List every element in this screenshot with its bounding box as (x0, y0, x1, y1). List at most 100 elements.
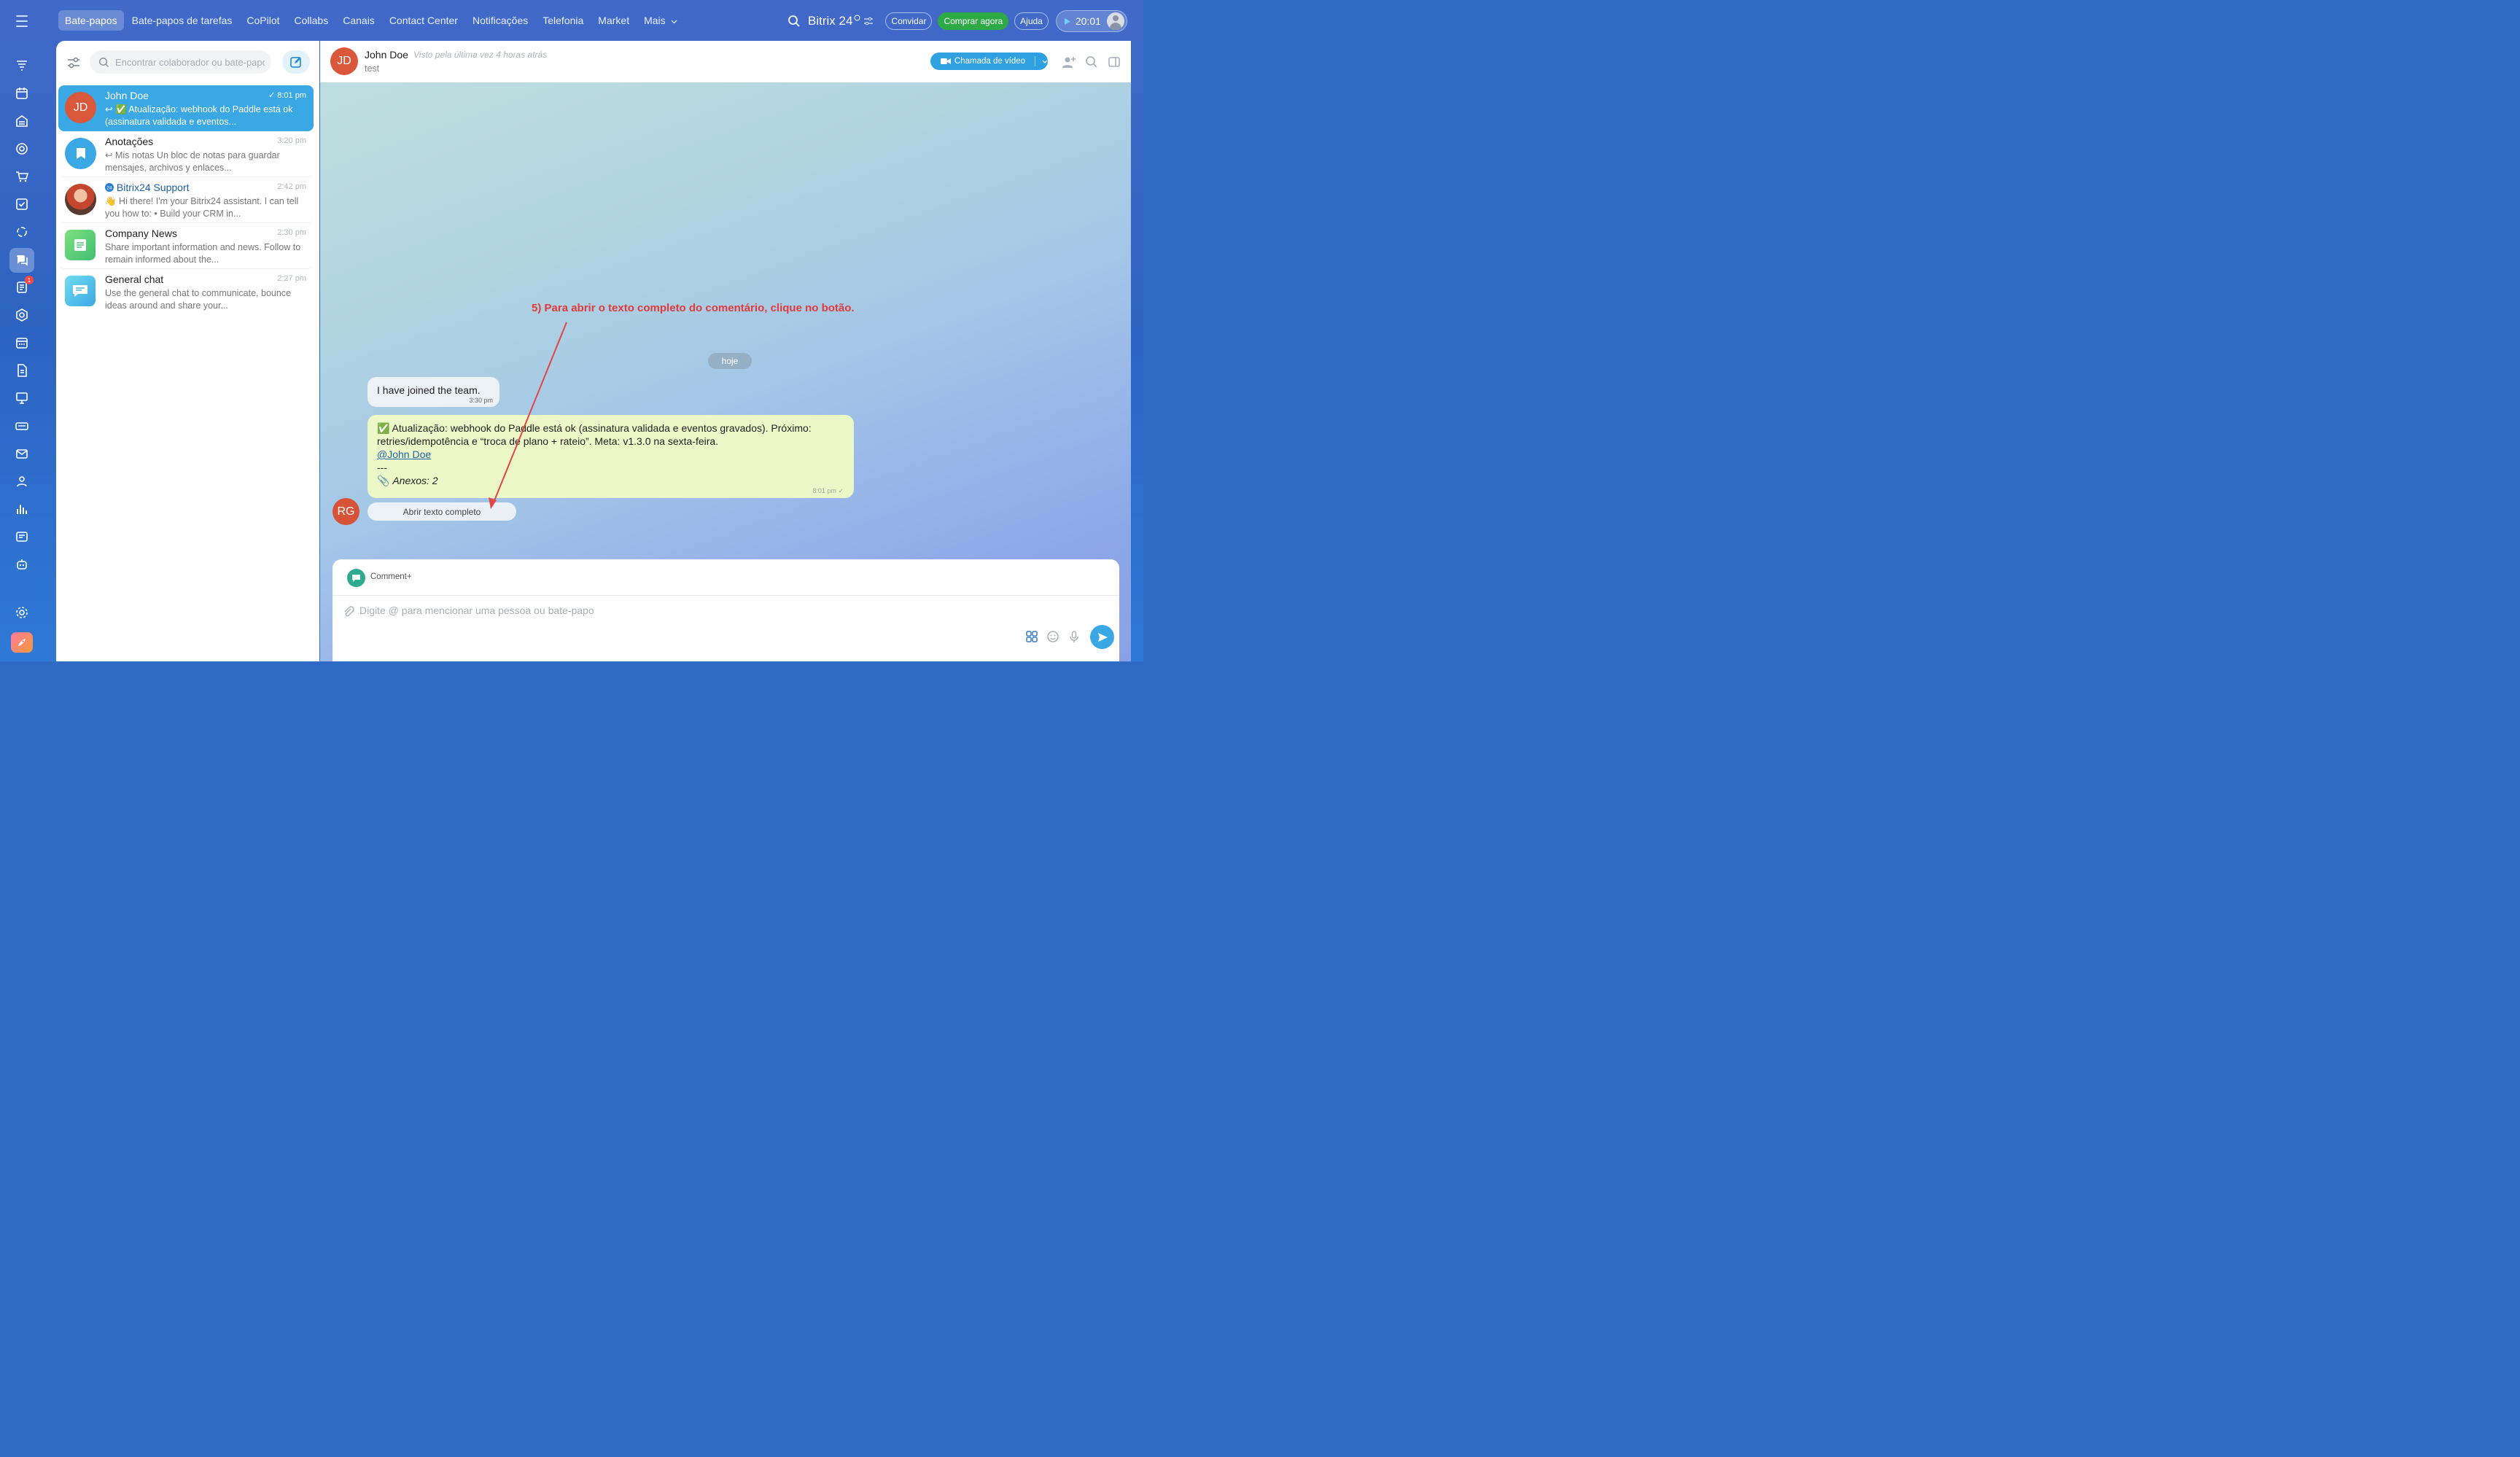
tasks-icon[interactable] (13, 195, 31, 213)
document-icon[interactable] (13, 362, 31, 379)
feed-badge: 1 (25, 276, 34, 284)
chat-time: 2:42 pm (277, 182, 306, 191)
avatar: JD (65, 92, 96, 123)
search-input[interactable] (115, 56, 265, 68)
chat-item-support[interactable]: 24 Bitrix24 Support 2:42 pm 👋 Hi there! … (58, 177, 314, 223)
nav-copilot[interactable]: CoPilot (240, 10, 286, 31)
send-button[interactable] (1090, 625, 1114, 649)
avatar[interactable]: JD (330, 47, 358, 75)
paperclip-icon[interactable] (343, 606, 354, 618)
left-icon-bar: 1 (0, 44, 44, 661)
general-chat-icon (65, 276, 96, 306)
contact-card-icon[interactable] (13, 528, 31, 545)
microphone-icon[interactable] (1068, 630, 1081, 643)
chat-name: General chat (105, 273, 164, 285)
chat-name-value: Bitrix24 Support (116, 182, 190, 193)
presentation-icon[interactable] (13, 389, 31, 407)
buy-now-button[interactable]: Comprar agora (938, 12, 1009, 30)
bookmark-icon (65, 138, 96, 169)
apps-grid-icon[interactable] (1025, 630, 1038, 643)
chat-time: ✓ 8:01 pm (268, 90, 306, 100)
settings-gear-icon[interactable] (13, 604, 31, 621)
chat-time: 2:30 pm (277, 228, 306, 237)
message-bubble[interactable]: I have joined the team. 3:30 pm (368, 377, 499, 407)
chat-item-company-news[interactable]: Company News 2:30 pm Share important inf… (58, 223, 314, 269)
chevron-down-icon[interactable] (1042, 60, 1048, 63)
nav-channels[interactable]: Canais (336, 10, 381, 31)
search-icon[interactable] (1084, 55, 1099, 69)
nav-telephony[interactable]: Telefonia (536, 10, 590, 31)
chat-name: Company News (105, 228, 177, 239)
news-icon (65, 230, 96, 260)
chat-item-notes[interactable]: Anotações 3:20 pm ↩ Mis notas Un bloc de… (58, 131, 314, 177)
analytics-icon[interactable] (13, 500, 31, 518)
video-call-label: Chamada de vídeo (954, 57, 1026, 66)
nav-more-label: Mais (644, 15, 666, 26)
send-icon (1097, 632, 1108, 642)
chat-name: Anotações (105, 136, 154, 147)
user-avatar[interactable] (1106, 12, 1124, 30)
employees-icon[interactable] (13, 473, 31, 490)
chat-title[interactable]: John Doe (365, 49, 408, 61)
workday-timer[interactable]: 20:01 (1055, 10, 1127, 32)
svg-text:24: 24 (106, 186, 112, 191)
robot-icon[interactable] (13, 556, 31, 573)
filter-sliders-icon[interactable] (66, 55, 81, 70)
chat-item-john-doe[interactable]: JD John Doe ✓ 8:01 pm ↩ ✅ Atualização: w… (58, 85, 314, 131)
help-button[interactable]: Ajuda (1014, 12, 1049, 30)
brand-logo: Bitrix 24 (808, 14, 853, 28)
emoji-icon[interactable] (1046, 630, 1059, 643)
open-full-text-button[interactable]: Abrir texto completo (368, 502, 516, 521)
read-check-icon: ✓ (838, 487, 844, 494)
funnel-icon[interactable] (13, 57, 31, 74)
chat-time: 2:27 pm (277, 274, 306, 283)
chat-panel: JD John Doe Visto pela última vez 4 hora… (320, 41, 1131, 661)
top-right-controls: Bitrix 24 Convidar Comprar agora Ajuda 2… (788, 10, 1127, 32)
menu-icon[interactable] (13, 13, 31, 29)
add-user-icon[interactable] (1062, 55, 1076, 69)
new-chat-button[interactable] (282, 50, 310, 74)
target-icon[interactable] (13, 140, 31, 158)
mention-link[interactable]: @John Doe (377, 448, 431, 460)
nav-collabs[interactable]: Collabs (288, 10, 335, 31)
chat-search (90, 50, 271, 74)
clock-icon (854, 15, 860, 20)
sidebar-panel-icon[interactable] (1107, 55, 1121, 69)
search-icon[interactable] (788, 15, 801, 28)
nav-task-chats[interactable]: Bate-papos de tarefas (125, 10, 239, 31)
automation-icon[interactable] (13, 223, 31, 241)
message-input[interactable] (359, 605, 870, 616)
chats-icon[interactable] (9, 248, 34, 273)
drive-icon[interactable] (13, 417, 31, 435)
rocket-icon[interactable] (11, 632, 33, 653)
message-composer: Comment+ (332, 559, 1119, 661)
chat-name: John Doe (105, 90, 149, 101)
camera-icon (941, 58, 951, 64)
chat-time: 3:20 pm (277, 136, 306, 145)
hexagon-icon[interactable] (13, 306, 31, 324)
nav-market[interactable]: Market (591, 10, 636, 31)
attachments-label[interactable]: Anexos: 2 (392, 475, 438, 486)
message-bubble-update[interactable]: ✅ Atualização: webhook do Paddle está ok… (368, 415, 854, 498)
settings-sliders-icon[interactable] (863, 17, 874, 26)
paperclip-icon: 📎 (377, 475, 390, 486)
nav-contact-center[interactable]: Contact Center (383, 10, 464, 31)
chat-preview: ↩ Mis notas Un bloc de notas para guarda… (105, 150, 280, 173)
calendar-icon[interactable] (13, 334, 31, 351)
last-seen: Visto pela última vez 4 horas atrás (413, 50, 548, 60)
mail-icon[interactable] (13, 445, 31, 462)
cart-icon[interactable] (13, 168, 31, 185)
chat-header: JD John Doe Visto pela última vez 4 hora… (320, 41, 1131, 82)
video-call-button[interactable]: Chamada de vídeo (930, 53, 1048, 70)
nav-more[interactable]: Mais (637, 10, 683, 31)
nav-notifications[interactable]: Notificações (466, 10, 534, 31)
calendar-board-icon[interactable] (13, 85, 31, 102)
message-body: ✅ Atualização: webhook do Paddle está ok… (377, 421, 844, 487)
sender-avatar[interactable]: RG (332, 498, 359, 525)
chat-item-general[interactable]: General chat 2:27 pm Use the general cha… (58, 269, 314, 315)
search-icon (98, 57, 109, 67)
invite-button[interactable]: Convidar (885, 12, 933, 30)
feed-icon[interactable]: 1 (13, 276, 34, 296)
store-icon[interactable] (13, 112, 31, 130)
nav-chats[interactable]: Bate-papos (58, 10, 124, 31)
